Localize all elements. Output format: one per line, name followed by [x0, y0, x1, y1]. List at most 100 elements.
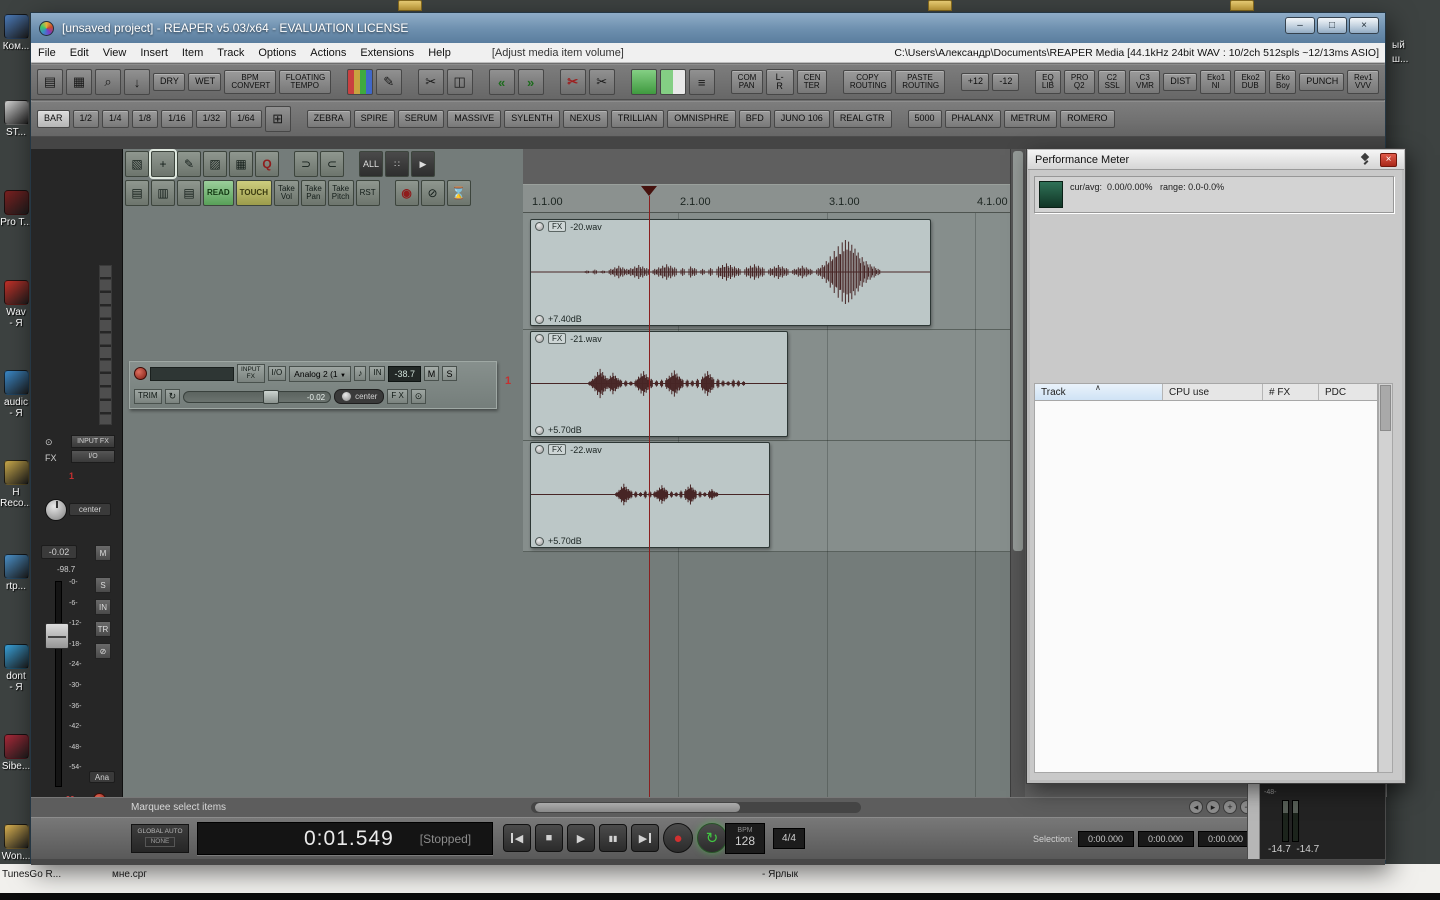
- punch-button[interactable]: PUNCH: [1299, 73, 1345, 91]
- mixer-no-input-button[interactable]: ⊘: [95, 643, 111, 659]
- record-arm-icon[interactable]: ◉: [394, 180, 419, 206]
- nudge-left-icon[interactable]: «: [488, 69, 515, 95]
- close-icon[interactable]: ×: [1380, 152, 1397, 167]
- empty-track-area[interactable]: [523, 552, 1010, 797]
- input-select[interactable]: Analog 2 (1 ▼: [289, 365, 351, 382]
- paint-brush-icon[interactable]: ✎: [375, 69, 402, 95]
- track-name-field[interactable]: [150, 366, 234, 381]
- take-pitch-button[interactable]: Take Pitch: [327, 180, 354, 206]
- menu-file[interactable]: File: [31, 47, 63, 59]
- grid-quarter-button[interactable]: 1/4: [102, 110, 129, 128]
- lr-button[interactable]: L-R: [765, 68, 794, 96]
- unsplit-icon[interactable]: ✂: [559, 69, 586, 95]
- c3-vmr-button[interactable]: C3 VMR: [1129, 69, 1161, 95]
- desktop-item-label[interactable]: мне.срг: [112, 869, 147, 880]
- arrange-vertical-scrollbar[interactable]: [1010, 149, 1025, 797]
- volume-fader-handle[interactable]: [45, 623, 69, 649]
- run-action-icon[interactable]: ▶: [411, 151, 436, 177]
- item-fx-button[interactable]: FX: [548, 333, 567, 344]
- mixer-input-fx-button[interactable]: INPUT FX: [71, 435, 115, 448]
- grid-half-button[interactable]: 1/2: [72, 110, 100, 128]
- desktop-icon-image[interactable]: [3, 370, 29, 395]
- routing-matrix-icon[interactable]: ≡: [688, 69, 715, 95]
- desktop-icon[interactable]: Ком...: [0, 14, 32, 52]
- repeat-icon[interactable]: ↻: [697, 823, 727, 853]
- go-to-end-icon[interactable]: ▶: [631, 824, 659, 852]
- performance-track-list[interactable]: [1034, 401, 1378, 773]
- folder-icon[interactable]: [398, 0, 422, 11]
- new-file-icon[interactable]: ▤: [37, 69, 63, 95]
- grid-items-icon[interactable]: ▦: [229, 151, 253, 177]
- desktop-icon-image[interactable]: [3, 554, 29, 579]
- column-header-fx[interactable]: # FX: [1263, 384, 1319, 400]
- eko-boy-button[interactable]: Eko Boy: [1269, 69, 1297, 95]
- glue-items-icon[interactable]: ◫: [446, 69, 473, 95]
- item-volume-knob-icon[interactable]: [535, 222, 544, 231]
- desktop-icon-image[interactable]: [3, 824, 29, 849]
- eq-lib-button[interactable]: EQ LIB: [1034, 69, 1061, 95]
- grid-sixteenth-button[interactable]: 1/16: [161, 110, 193, 128]
- solo-button[interactable]: S: [442, 366, 457, 381]
- phalanx-button[interactable]: PHALANX: [944, 110, 1001, 128]
- list-view-3-icon[interactable]: ▤: [177, 180, 201, 206]
- zebra-button[interactable]: ZEBRA: [306, 110, 351, 128]
- mixer-solo-button[interactable]: S: [95, 577, 111, 593]
- desktop-item-label[interactable]: - Ярлык: [762, 869, 798, 880]
- item-fx-button[interactable]: FX: [548, 444, 567, 455]
- item-fades-icon[interactable]: [659, 69, 686, 95]
- go-to-start-icon[interactable]: ◀: [503, 824, 531, 852]
- folder-icon[interactable]: [1230, 0, 1254, 11]
- grid-thirtysecond-button[interactable]: 1/32: [195, 110, 228, 128]
- selection-end[interactable]: 0:00.000: [1137, 831, 1194, 847]
- desktop-item-label[interactable]: ш...: [1392, 54, 1408, 65]
- channel-mode-label[interactable]: Ana: [89, 771, 115, 783]
- envelope-toggle-column[interactable]: [99, 265, 112, 425]
- trash-icon[interactable]: ▦: [66, 69, 92, 95]
- scrollbar-thumb[interactable]: [535, 803, 740, 812]
- sylenth-button[interactable]: SYLENTH: [504, 110, 560, 128]
- maximize-window-icon[interactable]: □: [1317, 17, 1347, 34]
- desktop-icon[interactable]: rtp...: [0, 554, 32, 592]
- item-properties-icon[interactable]: [630, 69, 657, 95]
- menu-track[interactable]: Track: [210, 47, 251, 59]
- desktop-item-label[interactable]: ый: [1392, 40, 1405, 51]
- arrange-horizontal-scrollbar[interactable]: [531, 802, 861, 813]
- grid-eighth-button[interactable]: 1/8: [131, 110, 159, 128]
- record-disarm-icon[interactable]: ⊘: [420, 180, 445, 206]
- pro-q2-button[interactable]: PRO Q2: [1063, 69, 1095, 95]
- title-bar[interactable]: [unsaved project] - REAPER v5.03/x64 - E…: [31, 13, 1385, 43]
- record-arm-button[interactable]: [134, 367, 147, 380]
- nexus-button[interactable]: NEXUS: [562, 110, 608, 128]
- pan-knob[interactable]: [45, 499, 67, 521]
- power-icon[interactable]: ⊙: [45, 437, 53, 448]
- omnisphere-button[interactable]: OMNISPHRE: [667, 110, 736, 128]
- minus12-button[interactable]: -12: [992, 73, 1019, 91]
- real-gtr-button[interactable]: REAL GTR: [832, 110, 892, 128]
- menu-item[interactable]: Item: [175, 47, 210, 59]
- eko1-ni-button[interactable]: Eko1 NI: [1199, 69, 1232, 95]
- folder-icon[interactable]: [928, 0, 952, 11]
- paste-routing-button[interactable]: PASTE ROUTING: [895, 69, 945, 95]
- item-volume-knob-icon[interactable]: [535, 334, 544, 343]
- automation-touch-button[interactable]: TOUCH: [235, 180, 272, 206]
- dist-button[interactable]: DIST: [1163, 73, 1197, 91]
- media-item[interactable]: FX -20.wav +7.40dB: [530, 219, 931, 326]
- edit-cursor-marker[interactable]: [641, 186, 657, 196]
- s5000-button[interactable]: 5000: [907, 110, 942, 128]
- menu-options[interactable]: Options: [251, 47, 303, 59]
- mixer-mute-button[interactable]: M: [95, 545, 111, 561]
- mixer-io-button[interactable]: I/O: [71, 450, 115, 463]
- automation-read-button[interactable]: READ: [203, 180, 234, 206]
- eko2-dub-button[interactable]: Eko2 DUB: [1234, 69, 1266, 95]
- zoom-in-icon[interactable]: +: [1223, 800, 1237, 814]
- menu-insert[interactable]: Insert: [133, 47, 175, 59]
- scroll-right-icon[interactable]: ▸: [1206, 800, 1220, 814]
- save-icon[interactable]: ↓: [124, 69, 150, 95]
- trillian-button[interactable]: TRILLIAN: [610, 110, 665, 128]
- desktop-icon-image[interactable]: [3, 14, 29, 39]
- mixer-input-button[interactable]: IN: [95, 599, 111, 615]
- selection-length[interactable]: 0:00.000: [1197, 831, 1254, 847]
- floating-tempo-button[interactable]: FLOATING TEMPO: [278, 69, 331, 95]
- fx-enable-icon[interactable]: ⊙: [410, 388, 427, 405]
- item-edit-icon[interactable]: ▨: [203, 151, 227, 177]
